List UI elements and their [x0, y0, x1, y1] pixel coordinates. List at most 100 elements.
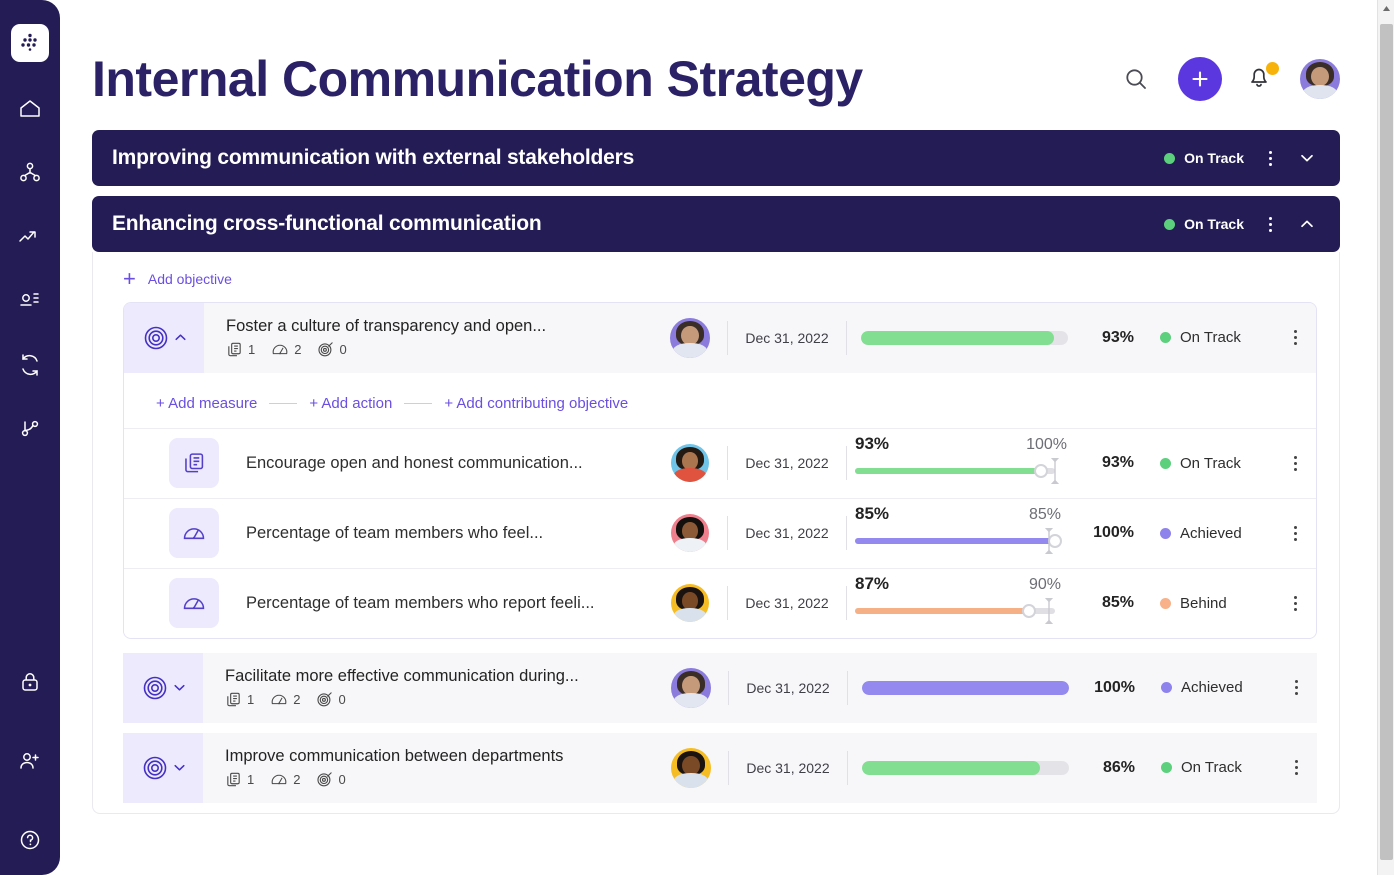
app-logo[interactable] [11, 24, 49, 62]
notifications-button[interactable] [1244, 62, 1279, 96]
measure-row[interactable]: Encourage open and honest communication.… [124, 427, 1316, 498]
top-bar-actions [1116, 57, 1340, 101]
measure-progress-pct: 100% [1093, 524, 1134, 542]
sidebar-item-help[interactable] [13, 823, 47, 857]
progress-track [861, 330, 1068, 345]
lock-icon [22, 673, 38, 691]
measure-more-button[interactable] [1274, 452, 1316, 474]
slider-handle[interactable] [1034, 464, 1048, 479]
create-button[interactable] [1178, 57, 1222, 101]
add-contributing-objective-link[interactable]: + Add contributing objective [444, 395, 628, 412]
user-avatar[interactable] [1300, 59, 1340, 99]
objective-more-button[interactable] [1275, 757, 1317, 779]
status-dot [1164, 152, 1176, 164]
content-area: Improving communication with external st… [60, 130, 1394, 824]
add-action-link[interactable]: + Add action [309, 395, 392, 412]
measure-target-label: 100% [1026, 436, 1067, 454]
objective-main: Foster a culture of transparency and ope… [204, 317, 653, 358]
sidebar-item-reports[interactable] [13, 284, 47, 318]
add-measure-link[interactable]: + Add measure [156, 395, 257, 412]
measure-progress-pct: 85% [1101, 594, 1134, 612]
home-icon [20, 100, 40, 117]
progress-fill [862, 680, 1069, 695]
page-scrollbar[interactable] [1377, 0, 1394, 875]
objective-counts: 1 2 0 [226, 341, 653, 358]
presentation-icon [20, 293, 39, 306]
sidebar-item-permissions[interactable] [13, 665, 47, 699]
scroll-up-button[interactable] [1378, 0, 1394, 17]
objective-icon-cell[interactable] [124, 302, 204, 373]
scroll-up-arrow [1383, 6, 1390, 11]
objective-icon-cell[interactable] [123, 732, 203, 803]
objective-owner[interactable] [653, 317, 727, 358]
chevron-down-icon [1301, 154, 1313, 162]
add-objective-label: Add objective [147, 270, 232, 287]
measure-slider[interactable]: 93% 100% [847, 432, 1072, 494]
objective-progress-bar [848, 680, 1073, 695]
sidebar-item-strategy-map[interactable] [13, 156, 47, 190]
slider-track [855, 464, 1055, 479]
sidebar-item-performance[interactable] [13, 220, 47, 254]
action-document-icon [228, 342, 241, 357]
measure-current-label: 85% [855, 504, 890, 524]
trend-up-icon [19, 231, 36, 242]
scrollbar-thumb[interactable] [1380, 24, 1393, 860]
goal-bar-expanded[interactable]: Enhancing cross-functional communication… [92, 196, 1340, 252]
measure-slider[interactable]: 85% 85% [847, 502, 1072, 564]
sidebar-item-workflow[interactable] [13, 412, 47, 446]
measure-owner[interactable] [653, 584, 727, 623]
measure-due-date: Dec 31, 2022 [745, 455, 829, 472]
sidebar-item-updates[interactable] [13, 348, 47, 382]
objective-more-button[interactable] [1275, 677, 1317, 699]
sidebar-item-home[interactable] [13, 92, 47, 126]
objectives-count: 0 [316, 771, 346, 788]
slider-handle[interactable] [1022, 604, 1036, 619]
goal-expand-toggle[interactable] [1296, 147, 1318, 169]
goal-bar-collapsed[interactable]: Improving communication with external st… [92, 130, 1340, 186]
objective-row[interactable]: Facilitate more effective communication … [123, 652, 1317, 723]
goal-right-controls: On Track [1164, 213, 1318, 235]
goal-more-button[interactable] [1260, 213, 1280, 235]
measure-more-button[interactable] [1274, 592, 1316, 614]
measure-target-label: 85% [1028, 506, 1061, 524]
target-icon [317, 772, 333, 787]
objective-status: Achieved [1135, 679, 1275, 696]
measure-target-label: 90% [1028, 576, 1061, 594]
measure-icon-cell [154, 438, 234, 489]
objective-block: Improve communication between department… [123, 732, 1317, 803]
goal-more-button[interactable] [1260, 147, 1280, 169]
measure-more-button[interactable] [1274, 522, 1316, 544]
measure-owner[interactable] [653, 514, 727, 553]
objective-more-button[interactable] [1274, 327, 1316, 349]
objective-row[interactable]: Foster a culture of transparency and ope… [124, 302, 1316, 373]
sidebar-item-invite-user[interactable] [13, 744, 47, 778]
avatar [671, 514, 709, 553]
objective-owner[interactable] [654, 747, 728, 788]
actions-count: 1 [225, 691, 254, 708]
actions-count: 1 [226, 341, 255, 358]
measure-slider[interactable]: 87% 90% [847, 572, 1072, 634]
status-label: On Track [1184, 150, 1244, 166]
measures-count: 2 [271, 341, 301, 358]
measure-owner[interactable] [653, 444, 727, 483]
page-title: Internal Communication Strategy [92, 50, 863, 107]
rail-nav-list [0, 92, 60, 446]
measure-row[interactable]: Percentage of team members who report fe… [124, 567, 1316, 638]
goal-collapse-toggle[interactable] [1296, 213, 1318, 235]
link-separator [404, 402, 433, 404]
objective-counts: 1 2 0 [225, 691, 654, 708]
goal-right-controls: On Track [1164, 147, 1318, 169]
status-label: On Track [1184, 216, 1244, 232]
progress-fill [862, 760, 1041, 775]
status-dot [1160, 597, 1171, 609]
objective-owner[interactable] [654, 667, 728, 708]
actions-count: 1 [225, 771, 254, 788]
add-objective-button[interactable]: + Add objective [93, 252, 1339, 302]
search-button[interactable] [1116, 59, 1156, 99]
objective-name: Facilitate more effective communication … [225, 667, 579, 686]
measure-status: On Track [1134, 455, 1274, 472]
chevron-down-icon [173, 765, 185, 771]
measure-row[interactable]: Percentage of team members who feel... D… [124, 497, 1316, 568]
objective-icon-cell[interactable] [123, 652, 203, 723]
objective-row[interactable]: Improve communication between department… [123, 732, 1317, 803]
